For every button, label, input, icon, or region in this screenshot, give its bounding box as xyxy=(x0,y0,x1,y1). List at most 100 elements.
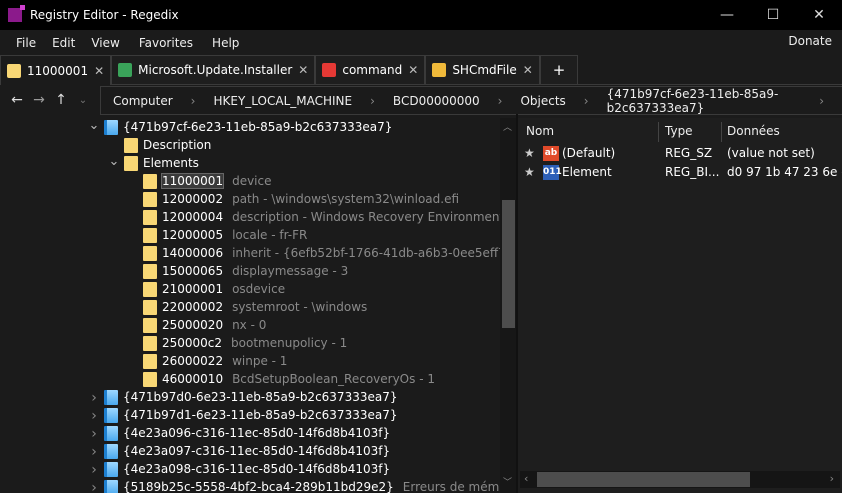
chevron-right-icon[interactable]: › xyxy=(191,94,196,108)
tree-item[interactable]: 11000001 device xyxy=(143,172,272,190)
close-tab-icon[interactable]: ✕ xyxy=(408,63,418,77)
folder-icon xyxy=(143,227,157,243)
up-arrow-icon[interactable]: ↑ xyxy=(50,92,72,108)
chevron-right-icon[interactable]: › xyxy=(88,480,100,493)
breadcrumb-item[interactable]: {471b97cf-6e23-11eb-85a9-b2c637333ea7} xyxy=(607,87,802,115)
tab-command[interactable]: command ✕ xyxy=(315,55,426,84)
folder-icon xyxy=(143,281,157,297)
history-chevron-icon[interactable]: ⌄ xyxy=(72,95,94,106)
close-button[interactable]: ✕ xyxy=(796,0,842,30)
tree-item-label: 21000001 xyxy=(162,282,224,296)
tree-item[interactable]: {5189b25c-5558-4bf2-bca4-289b11bd29e2} Er… xyxy=(104,478,500,493)
value-row[interactable]: ★ 011Element REG_BI... d0 97 1b 47 23 6e eb… xyxy=(518,163,842,182)
donate-link[interactable]: Donate xyxy=(788,34,832,48)
tree-item-label: 15000065 xyxy=(162,264,224,278)
tree-item[interactable]: 14000006 inherit - {6efb52bf-1766-41db-a6… xyxy=(143,244,500,262)
column-name[interactable]: Nom xyxy=(526,118,554,144)
new-tab-button[interactable]: + xyxy=(539,55,579,84)
tree-item[interactable]: 250000c2 bootmenupolicy - 1 xyxy=(143,334,347,352)
value-row[interactable]: ★ ab (Default) REG_SZ (value not set) xyxy=(518,144,842,163)
maximize-button[interactable]: ☐ xyxy=(750,0,796,30)
string-value-icon: ab xyxy=(543,146,559,161)
tree-item[interactable]: Description xyxy=(124,136,211,154)
tree-item[interactable]: {4e23a097-c316-11ec-85d0-14f6d8b4103f} xyxy=(104,442,390,460)
tree-item-label: {471b97d0-6e23-11eb-85a9-b2c637333ea7} xyxy=(123,390,398,404)
favorite-star-icon[interactable]: ★ xyxy=(524,165,535,179)
chevron-right-icon[interactable]: › xyxy=(370,94,375,108)
breadcrumb-item[interactable]: BCD00000000 xyxy=(393,94,480,108)
scroll-down-icon[interactable]: ﹀ xyxy=(503,475,512,488)
tree-item[interactable]: 46000010 BcdSetupBoolean_RecoveryOs - 1 xyxy=(143,370,435,388)
column-divider[interactable] xyxy=(721,122,722,142)
tree-item-label: {4e23a097-c316-11ec-85d0-14f6d8b4103f} xyxy=(123,444,391,458)
values-horizontal-scrollbar[interactable]: ‹ › xyxy=(520,471,840,488)
tree-item-description: bootmenupolicy - 1 xyxy=(231,336,348,350)
back-arrow-icon[interactable]: ← xyxy=(6,92,28,108)
close-tab-icon[interactable]: ✕ xyxy=(94,64,104,78)
tree-item[interactable]: {471b97cf-6e23-11eb-85a9-b2c637333ea7} xyxy=(104,118,392,136)
menu-help[interactable]: Help xyxy=(212,36,239,50)
tree-item[interactable]: 26000022 winpe - 1 xyxy=(143,352,287,370)
key-stack-icon xyxy=(104,407,118,423)
breadcrumb-item[interactable]: HKEY_LOCAL_MACHINE xyxy=(213,94,352,108)
folder-shortcut-icon xyxy=(432,63,447,77)
column-type[interactable]: Type xyxy=(665,118,693,144)
tree-item[interactable]: 22000002 systemroot - \windows xyxy=(143,298,367,316)
folder-icon xyxy=(143,299,157,315)
menu-file[interactable]: File xyxy=(16,36,36,50)
chevron-right-icon[interactable]: › xyxy=(88,444,100,460)
menu-edit[interactable]: Edit xyxy=(52,36,75,50)
tree-item[interactable]: Elements xyxy=(124,154,199,172)
breadcrumb-item[interactable]: Objects xyxy=(520,94,565,108)
tab-shcmdfile[interactable]: SHCmdFile ✕ xyxy=(425,55,540,84)
close-tab-icon[interactable]: ✕ xyxy=(298,63,308,77)
value-type: REG_SZ xyxy=(665,146,713,160)
tree-item-label: 11000001 xyxy=(160,173,225,189)
scroll-right-icon[interactable]: › xyxy=(830,472,834,485)
menu-view[interactable]: View xyxy=(91,36,119,50)
tree-item-description: inherit - {6efb52bf-1766-41db-a6b3-0ee5e… xyxy=(232,246,500,260)
tree-item[interactable]: 12000002 path - \windows\system32\winload… xyxy=(143,190,459,208)
key-stack-icon xyxy=(104,461,118,477)
tree-item[interactable]: {471b97d0-6e23-11eb-85a9-b2c637333ea7} xyxy=(104,388,397,406)
tree-vertical-scrollbar[interactable]: ︿ ﹀ xyxy=(500,118,516,493)
window-title: Registry Editor - Regedix xyxy=(30,8,179,22)
tree-item[interactable]: {4e23a098-c316-11ec-85d0-14f6d8b4103f} xyxy=(104,460,390,478)
breadcrumb-item[interactable]: Computer xyxy=(113,94,173,108)
tab-microsoft-update-installer[interactable]: Microsoft.Update.Installer ✕ xyxy=(111,55,316,84)
chevron-right-icon[interactable]: › xyxy=(819,94,824,108)
tree-item[interactable]: 21000001 osdevice xyxy=(143,280,285,298)
tree-item[interactable]: 12000005 locale - fr-FR xyxy=(143,226,307,244)
close-tab-icon[interactable]: ✕ xyxy=(523,63,533,77)
chevron-down-icon[interactable]: ⌄ xyxy=(88,118,100,133)
favorite-star-icon[interactable]: ★ xyxy=(524,146,535,160)
chevron-right-icon[interactable]: › xyxy=(88,426,100,442)
chevron-right-icon[interactable]: › xyxy=(88,408,100,424)
tree-item[interactable]: 12000004 description - Windows Recovery E… xyxy=(143,208,500,226)
chevron-right-icon[interactable]: › xyxy=(88,390,100,406)
menu-favorites[interactable]: Favorites xyxy=(139,36,193,50)
chevron-down-icon[interactable]: ⌄ xyxy=(108,154,120,169)
minimize-button[interactable]: — xyxy=(704,0,750,30)
address-bar[interactable]: Computer › HKEY_LOCAL_MACHINE › BCD00000000 ›… xyxy=(100,86,842,115)
chevron-right-icon[interactable]: › xyxy=(88,462,100,478)
tab-11000001[interactable]: 11000001 ✕ xyxy=(0,55,112,85)
tree-item-description: description - Windows Recovery Environme… xyxy=(232,210,500,224)
tree-item[interactable]: 25000020 nx - 0 xyxy=(143,316,266,334)
column-data[interactable]: Données xyxy=(727,118,780,144)
folder-icon xyxy=(7,63,21,78)
scroll-thumb[interactable] xyxy=(537,472,750,487)
column-divider[interactable] xyxy=(658,122,659,142)
tree-item-label: Elements xyxy=(143,156,199,170)
scroll-thumb[interactable] xyxy=(502,200,515,328)
chevron-right-icon[interactable]: › xyxy=(584,94,589,108)
tree-item[interactable]: {4e23a096-c316-11ec-85d0-14f6d8b4103f} xyxy=(104,424,390,442)
scroll-left-icon[interactable]: ‹ xyxy=(524,472,528,485)
tree-item-label: 12000004 xyxy=(162,210,224,224)
tree-item[interactable]: 15000065 displaymessage - 3 xyxy=(143,262,348,280)
tree-item[interactable]: {471b97d1-6e23-11eb-85a9-b2c637333ea7} xyxy=(104,406,397,424)
scroll-up-icon[interactable]: ︿ xyxy=(503,120,512,133)
forward-arrow-icon[interactable]: → xyxy=(28,92,50,108)
chevron-right-icon[interactable]: › xyxy=(498,94,503,108)
folder-icon xyxy=(143,335,157,351)
